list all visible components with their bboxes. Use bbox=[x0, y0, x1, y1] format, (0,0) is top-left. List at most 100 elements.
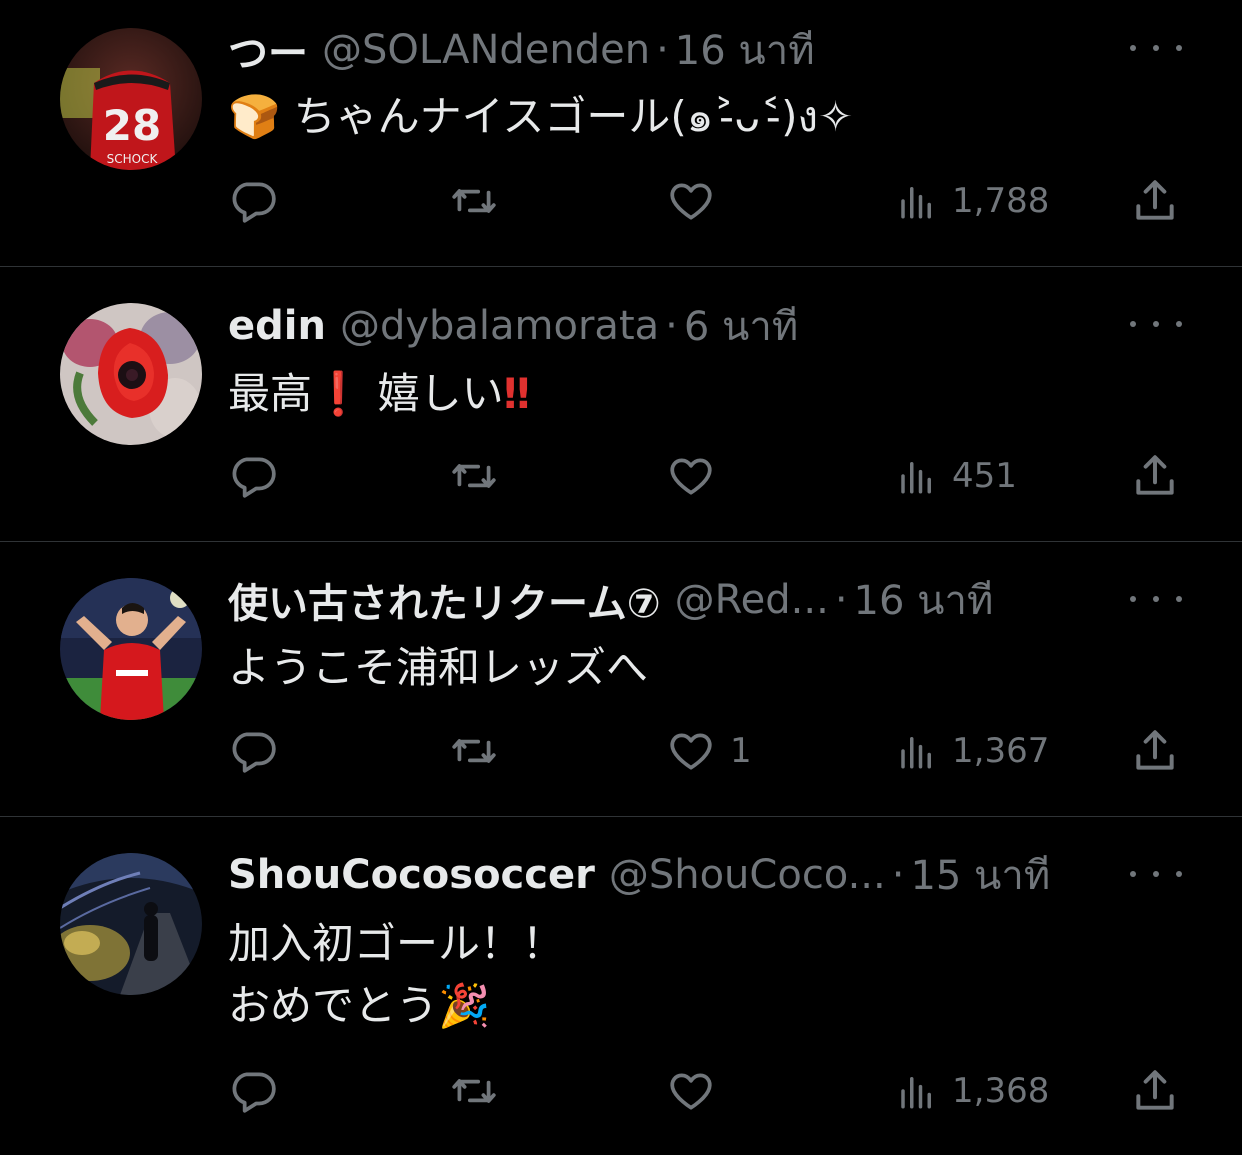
views-icon bbox=[901, 187, 931, 219]
tweet-header: つー @SOLANdenden · 16 นาที bbox=[228, 22, 1092, 78]
retweet-icon bbox=[452, 739, 496, 763]
timestamp[interactable]: 16 นาที bbox=[675, 22, 815, 78]
view-count: 451 bbox=[952, 456, 1017, 496]
avatar-image: 28 SCHOCK bbox=[60, 28, 202, 170]
separator-dot: · bbox=[834, 577, 848, 623]
reply-icon bbox=[232, 457, 276, 498]
like-button[interactable] bbox=[666, 1063, 730, 1119]
retweet-button[interactable] bbox=[446, 723, 516, 779]
tweet-feed: 28 SCHOCK つー @SOLANdenden · 16 นาที 🍞 ちゃ… bbox=[0, 0, 1242, 1155]
views-button[interactable]: 1,367 bbox=[896, 723, 1049, 779]
reply-button[interactable] bbox=[228, 723, 292, 779]
share-icon bbox=[1136, 1070, 1174, 1110]
views-button[interactable]: 1,788 bbox=[896, 173, 1049, 229]
more-icon[interactable] bbox=[1130, 314, 1182, 334]
tweet-header: edin @dybalamorata · 6 นาที bbox=[228, 298, 1092, 354]
share-icon bbox=[1136, 180, 1174, 220]
tweet-text-part: 最高 bbox=[228, 369, 313, 418]
timestamp[interactable]: 16 นาที bbox=[854, 572, 994, 628]
views-icon bbox=[901, 737, 931, 769]
views-icon bbox=[901, 1077, 931, 1109]
svg-text:SCHOCK: SCHOCK bbox=[107, 152, 159, 166]
share-button[interactable] bbox=[1130, 723, 1180, 779]
display-name[interactable]: edin bbox=[228, 303, 326, 349]
share-button[interactable] bbox=[1130, 448, 1180, 504]
separator-dot: · bbox=[665, 303, 678, 349]
tweet-text-part: 嬉しい bbox=[364, 369, 504, 418]
share-icon bbox=[1136, 455, 1174, 495]
tweet[interactable]: 使い古されたリクーム⑦ @Red... · 16 นาที ようこそ浦和レッズへ… bbox=[0, 542, 1242, 816]
reply-icon bbox=[232, 732, 276, 773]
action-bar: 451 bbox=[228, 448, 1188, 504]
avatar-image bbox=[60, 853, 202, 995]
retweet-icon bbox=[452, 189, 496, 213]
tweet-text: 加入初ゴール！！ おめでとう🎉 bbox=[228, 913, 1182, 1037]
view-count: 1,367 bbox=[952, 731, 1050, 771]
tweet-text-line: 🍞 ちゃんナイスゴール(๑˃̵ᴗ˂̵)ง✧ bbox=[228, 92, 854, 141]
svg-text:28: 28 bbox=[103, 101, 161, 150]
tweet[interactable]: edin @dybalamorata · 6 นาที 最高❗ 嬉しい‼ 451 bbox=[0, 267, 1242, 541]
tweet-text: ようこそ浦和レッズへ bbox=[228, 637, 1182, 699]
heart-icon bbox=[670, 1073, 712, 1110]
action-bar: 1 1,367 bbox=[228, 723, 1188, 779]
avatar[interactable] bbox=[60, 578, 202, 720]
display-name[interactable]: ShouCocosoccer bbox=[228, 852, 595, 898]
avatar[interactable] bbox=[60, 303, 202, 445]
display-name[interactable]: つー bbox=[228, 22, 308, 78]
like-button[interactable]: 1 bbox=[666, 723, 752, 779]
action-bar: 1,788 bbox=[228, 173, 1188, 229]
tweet[interactable]: ShouCocosoccer @ShouCoco... · 15 นาที 加入… bbox=[0, 817, 1242, 1155]
more-icon[interactable] bbox=[1130, 589, 1182, 609]
reply-button[interactable] bbox=[228, 1063, 292, 1119]
views-button[interactable]: 451 bbox=[896, 448, 1017, 504]
user-handle[interactable]: @SOLANdenden bbox=[322, 27, 650, 73]
reply-button[interactable] bbox=[228, 173, 292, 229]
display-name[interactable]: 使い古されたリクーム⑦ bbox=[228, 572, 661, 628]
heart-icon bbox=[670, 183, 712, 220]
tweet-text-line: ようこそ浦和レッズへ bbox=[228, 643, 649, 692]
user-handle[interactable]: @dybalamorata bbox=[340, 303, 659, 349]
retweet-button[interactable] bbox=[446, 448, 516, 504]
avatar-image bbox=[60, 578, 202, 720]
reply-icon bbox=[232, 1072, 276, 1113]
more-icon[interactable] bbox=[1130, 864, 1182, 884]
tweet-header: ShouCocosoccer @ShouCoco... · 15 นาที bbox=[228, 847, 1092, 903]
tweet-text-line: 加入初ゴール！！ bbox=[228, 919, 565, 968]
view-count: 1,788 bbox=[952, 181, 1050, 221]
avatar[interactable]: 28 SCHOCK bbox=[60, 28, 202, 170]
like-button[interactable] bbox=[666, 173, 730, 229]
timestamp[interactable]: 15 นาที bbox=[910, 847, 1050, 903]
action-bar: 1,368 bbox=[228, 1063, 1188, 1119]
separator-dot: · bbox=[656, 27, 669, 73]
timestamp[interactable]: 6 นาที bbox=[684, 298, 798, 354]
tweet[interactable]: 28 SCHOCK つー @SOLANdenden · 16 นาที 🍞 ちゃ… bbox=[0, 0, 1242, 266]
views-button[interactable]: 1,368 bbox=[896, 1063, 1049, 1119]
like-count: 1 bbox=[730, 731, 752, 771]
heart-icon bbox=[670, 733, 712, 770]
share-button[interactable] bbox=[1130, 173, 1180, 229]
reply-icon bbox=[232, 182, 276, 223]
tweet-text-line: おめでとう🎉 bbox=[228, 981, 491, 1030]
more-icon[interactable] bbox=[1130, 38, 1182, 58]
retweet-button[interactable] bbox=[446, 1063, 516, 1119]
retweet-button[interactable] bbox=[446, 173, 516, 229]
reply-button[interactable] bbox=[228, 448, 292, 504]
tweet-text: 最高❗ 嬉しい‼ bbox=[228, 363, 1182, 425]
like-button[interactable] bbox=[666, 448, 730, 504]
tweet-text: 🍞 ちゃんナイスゴール(๑˃̵ᴗ˂̵)ง✧ bbox=[228, 86, 1182, 148]
heart-icon bbox=[670, 458, 712, 495]
avatar-image bbox=[60, 303, 202, 445]
avatar[interactable] bbox=[60, 853, 202, 995]
view-count: 1,368 bbox=[952, 1071, 1050, 1111]
share-button[interactable] bbox=[1130, 1063, 1180, 1119]
tweet-header: 使い古されたリクーム⑦ @Red... · 16 นาที bbox=[228, 572, 1092, 628]
views-icon bbox=[901, 462, 931, 494]
retweet-icon bbox=[452, 464, 496, 488]
user-handle[interactable]: @Red... bbox=[675, 577, 829, 623]
retweet-icon bbox=[452, 1079, 496, 1103]
user-handle[interactable]: @ShouCoco... bbox=[609, 852, 886, 898]
exclamation-emoji: ❗ bbox=[312, 369, 365, 418]
share-icon bbox=[1136, 730, 1174, 770]
double-exclamation-emoji: ‼ bbox=[503, 369, 531, 418]
separator-dot: · bbox=[891, 852, 905, 898]
